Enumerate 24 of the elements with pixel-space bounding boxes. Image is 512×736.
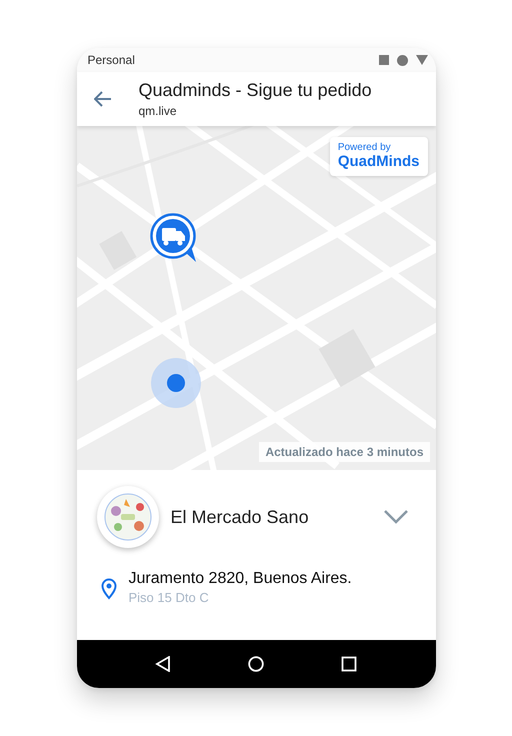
address-line: Juramento 2820, Buenos Aires.	[128, 570, 352, 588]
carrier-label: Personal	[88, 53, 135, 67]
square-icon	[341, 656, 357, 672]
location-pin-icon	[100, 578, 116, 600]
page-url: qm.live	[138, 104, 178, 118]
updated-label: Actualizado hace 3 minutos	[259, 442, 430, 462]
store-logo-icon	[104, 493, 152, 541]
back-nav-button[interactable]	[155, 656, 171, 672]
square-icon	[378, 55, 388, 65]
page-title: Quadminds - Sigue tu pedido	[138, 80, 372, 101]
truck-marker-icon	[148, 212, 198, 264]
recents-nav-button[interactable]	[341, 656, 357, 672]
circle-icon	[248, 656, 264, 672]
address-detail: Piso 15 Dto C	[128, 590, 210, 605]
triangle-icon	[155, 656, 171, 672]
store-name: El Mercado Sano	[170, 506, 310, 528]
home-nav-button[interactable]	[248, 656, 264, 672]
triangle-icon	[416, 55, 428, 65]
location-dot-icon	[150, 358, 200, 408]
circle-icon	[396, 54, 408, 66]
back-arrow-icon	[94, 91, 112, 107]
chevron-icon	[384, 510, 408, 524]
brand-name: QuadMinds	[338, 153, 420, 170]
badge-caption: Powered by	[338, 142, 392, 153]
